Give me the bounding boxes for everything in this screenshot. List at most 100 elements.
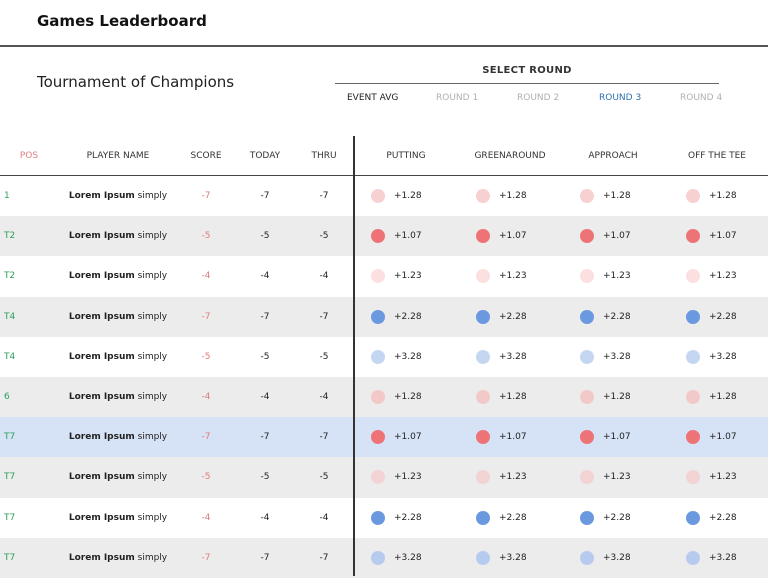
stat-greenaround: +1.28 [476,390,527,405]
player-name[interactable]: Lorem Ipsum simply [69,312,167,322]
table-row[interactable]: T7 Lorem Ipsum simply -7 -7 -7 +1.07 +1.07 +1.0… [0,417,768,458]
table-row[interactable]: 6 Lorem Ipsum simply -4 -4 -4 +1.28 +1.28 +1.28… [0,376,768,418]
stat-off-the-tee: +3.28 [686,349,737,364]
today: -4 [260,271,270,282]
header-divider [0,45,768,47]
player-name[interactable]: Lorem Ipsum simply [69,271,167,281]
stat-indicator-dot [476,470,490,485]
player-name[interactable]: Lorem Ipsum simply [69,352,167,362]
tab-round-1[interactable]: ROUND 1 [436,93,478,103]
table-row[interactable]: T7 Lorem Ipsum simply -7 -7 -7 +3.28 +3.28 +3.2… [0,537,768,578]
table-row[interactable]: T7 Lorem Ipsum simply -5 -5 -5 +1.23 +1.23 +1.2… [0,457,768,498]
player-name[interactable]: Lorem Ipsum simply [69,191,167,201]
stat-value: +1.07 [603,432,631,443]
app-title: Games Leaderboard [37,12,207,30]
stat-putting: +1.07 [371,430,422,445]
stat-value: +1.23 [499,472,527,483]
table-row[interactable]: T2 Lorem Ipsum simply -4 -4 -4 +1.23 +1.23 +1.2… [0,256,768,296]
col-today[interactable]: TODAY [250,151,280,161]
stat-indicator-dot [371,349,385,364]
stat-approach: +1.07 [580,229,631,244]
player-name-rest: simply [137,311,168,322]
col-putting[interactable]: PUTTING [386,151,425,161]
col-score[interactable]: SCORE [190,151,221,161]
stat-indicator-dot [371,229,385,244]
select-round-divider [335,83,719,84]
score: -4 [201,392,211,403]
stat-greenaround: +2.28 [476,309,527,324]
col-pos[interactable]: POS [20,151,38,161]
stat-indicator-dot [580,309,594,324]
stat-indicator-dot [686,390,700,405]
stat-value: +1.07 [499,231,527,242]
stat-value: +1.07 [603,231,631,242]
player-name-bold: Lorem Ipsum [68,231,135,242]
col-off-the-tee[interactable]: OFF THE TEE [688,151,746,161]
player-name[interactable]: Lorem Ipsum simply [69,513,167,523]
stat-indicator-dot [371,269,385,284]
stat-greenaround: +1.23 [476,470,527,485]
stat-off-the-tee: +1.28 [686,390,737,405]
thru: -7 [319,552,329,563]
table-row[interactable]: T2 Lorem Ipsum simply -5 -5 -5 +1.07 +1.07 +1.0… [0,216,768,257]
stat-greenaround: +1.07 [476,430,527,445]
tab-round-3[interactable]: ROUND 3 [599,93,641,103]
player-name-rest: simply [137,472,168,483]
player-name[interactable]: Lorem Ipsum simply [69,432,167,442]
tab-round-4[interactable]: ROUND 4 [680,93,722,103]
player-name[interactable]: Lorem Ipsum simply [69,392,167,402]
stat-approach: +1.23 [580,470,631,485]
stat-putting: +2.28 [371,510,422,525]
today: -7 [260,552,270,563]
stat-indicator-dot [371,430,385,445]
stat-greenaround: +1.23 [476,269,527,284]
stat-indicator-dot [371,550,385,565]
leaderboard-table: POS PLAYER NAME SCORE TODAY THRU PUTTING… [0,136,768,578]
table-row[interactable]: T4 Lorem Ipsum simply -7 -7 -7 +2.28 +2.28 +2.2… [0,296,768,337]
stat-indicator-dot [476,510,490,525]
position: T4 [4,351,16,362]
col-greenaround[interactable]: GREENAROUND [474,151,545,161]
stat-approach: +2.28 [580,309,631,324]
stat-value: +1.23 [499,271,527,282]
col-thru[interactable]: THRU [311,151,336,161]
player-name[interactable]: Lorem Ipsum simply [69,553,167,563]
stat-value: +1.28 [709,191,737,202]
table-row[interactable]: 1 Lorem Ipsum simply -7 -7 -7 +1.28 +1.28 +1.28… [0,176,768,216]
stat-value: +1.28 [394,191,422,202]
today: -5 [260,472,270,483]
position: 1 [4,191,10,202]
stat-value: +1.07 [394,231,422,242]
table-row[interactable]: T4 Lorem Ipsum simply -5 -5 -5 +3.28 +3.28 +3.2… [0,337,768,377]
stat-value: +1.07 [709,432,737,443]
stat-indicator-dot [580,430,594,445]
score: -5 [201,351,211,362]
stat-putting: +1.28 [371,189,422,204]
stat-value: +2.28 [709,311,737,322]
player-name[interactable]: Lorem Ipsum simply [69,472,167,482]
today: -7 [260,432,270,443]
stat-indicator-dot [580,390,594,405]
player-name-bold: Lorem Ipsum [68,311,135,322]
position: T7 [4,472,16,483]
thru: -5 [319,231,329,242]
stat-value: +2.28 [394,311,422,322]
player-name-rest: simply [137,231,168,242]
stat-value: +1.23 [709,472,737,483]
tab-round-2[interactable]: ROUND 2 [517,93,559,103]
stat-approach: +3.28 [580,349,631,364]
stat-indicator-dot [371,189,385,204]
player-name-bold: Lorem Ipsum [68,472,135,483]
tab-event-avg[interactable]: EVENT AVG [347,93,398,103]
stat-indicator-dot [686,349,700,364]
col-player-name[interactable]: PLAYER NAME [87,151,150,161]
stat-indicator-dot [371,470,385,485]
position: T7 [4,552,16,563]
table-row[interactable]: T7 Lorem Ipsum simply -4 -4 -4 +2.28 +2.28 +2.2… [0,498,768,538]
stat-indicator-dot [686,470,700,485]
score: -7 [201,311,211,322]
player-name[interactable]: Lorem Ipsum simply [69,231,167,241]
col-approach[interactable]: APPROACH [588,151,637,161]
stat-indicator-dot [476,269,490,284]
stat-approach: +1.28 [580,189,631,204]
